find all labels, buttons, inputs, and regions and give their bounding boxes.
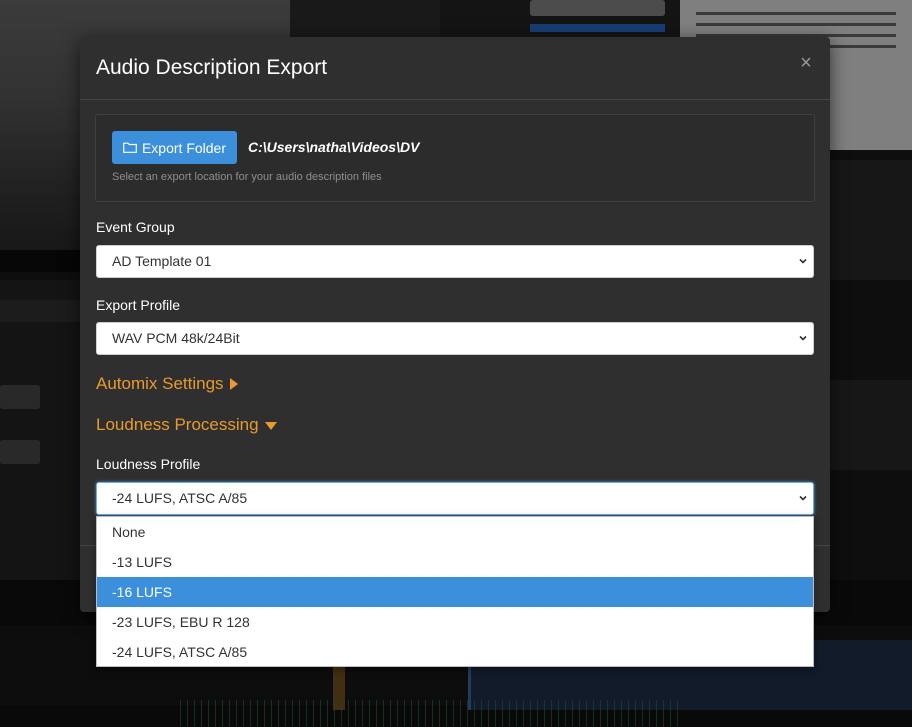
export-profile-select[interactable]: WAV PCM 48k/24Bit [96, 322, 814, 355]
export-path: C:\Users\natha\Videos\DV [248, 139, 420, 155]
export-profile-label: Export Profile [96, 297, 181, 313]
modal-header: Audio Description Export × [80, 37, 830, 100]
chevron-down-icon [799, 258, 807, 264]
chevron-down-icon [799, 495, 807, 501]
caret-down-icon [264, 422, 277, 430]
export-folder-label: Export Folder [141, 139, 227, 156]
export-location-panel: Export Folder C:\Users\natha\Videos\DV S… [95, 114, 815, 202]
event-group-value: AD Template 01 [112, 253, 212, 269]
folder-icon [123, 142, 137, 153]
export-profile-value: WAV PCM 48k/24Bit [112, 330, 240, 346]
option-24-lufs-atsc[interactable]: -24 LUFS, ATSC A/85 [97, 637, 813, 667]
option-none[interactable]: None [97, 517, 813, 547]
event-group-label: Event Group [96, 219, 175, 235]
export-folder-button[interactable]: Export Folder [112, 131, 237, 164]
event-group-select[interactable]: AD Template 01 [96, 245, 814, 278]
loudness-processing-label: Loudness Processing [96, 415, 259, 434]
close-icon: × [800, 52, 812, 74]
modal-title: Audio Description Export [96, 56, 328, 79]
loudness-processing-toggle[interactable]: Loudness Processing [96, 415, 277, 435]
option-13-lufs[interactable]: -13 LUFS [97, 547, 813, 577]
export-help-text: Select an export location for your audio… [112, 171, 382, 183]
option-16-lufs[interactable]: -16 LUFS [97, 577, 813, 607]
caret-right-icon [229, 378, 238, 390]
automix-settings-label: Automix Settings [96, 374, 224, 393]
loudness-profile-options: None -13 LUFS -16 LUFS -23 LUFS, EBU R 1… [96, 516, 814, 667]
automix-settings-toggle[interactable]: Automix Settings [96, 374, 238, 394]
close-button[interactable]: × [796, 53, 816, 73]
loudness-profile-label: Loudness Profile [96, 456, 201, 472]
chevron-down-icon [799, 335, 807, 341]
loudness-profile-select[interactable]: -24 LUFS, ATSC A/85 [96, 482, 814, 515]
option-23-lufs-ebu[interactable]: -23 LUFS, EBU R 128 [97, 607, 813, 637]
loudness-profile-value: -24 LUFS, ATSC A/85 [112, 490, 248, 506]
